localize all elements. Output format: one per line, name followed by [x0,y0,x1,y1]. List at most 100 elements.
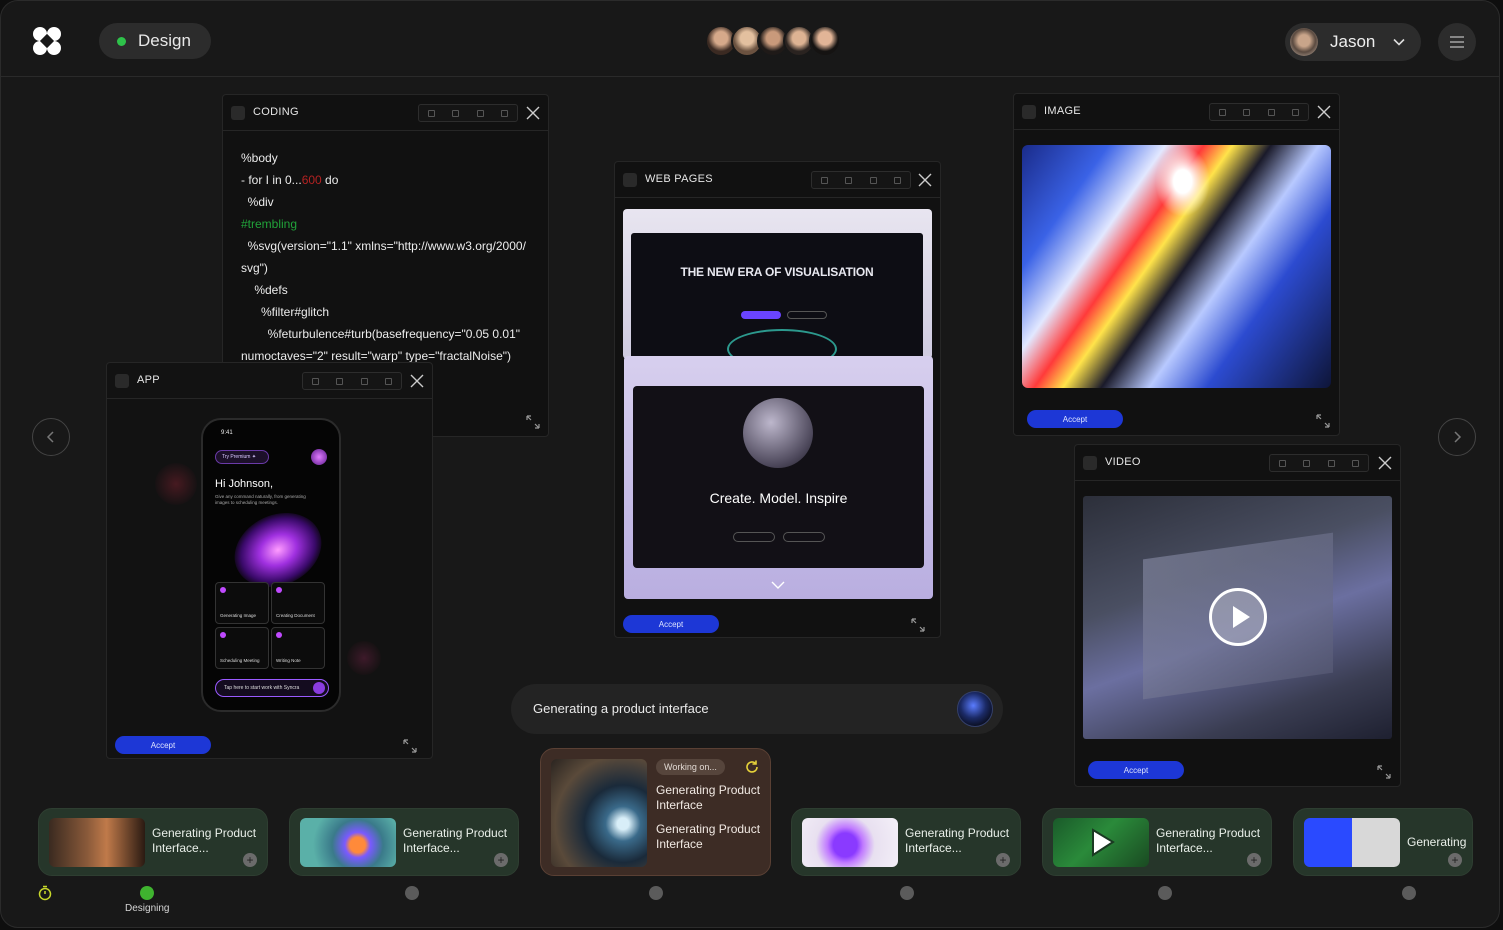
accept-button[interactable]: Accept [1027,410,1123,428]
task-card[interactable]: Generating Product Interface... + [289,808,519,876]
timeline-dot[interactable] [649,886,663,900]
phone-time: 9:41 [221,430,233,436]
prompt-bar[interactable]: Generating a product interface [511,684,1003,734]
image-icon [1022,105,1036,119]
video-panel: VIDEO Accept [1074,444,1401,787]
user-name: Jason [1330,32,1376,51]
task-card-active[interactable]: Working on... Generating Product Interfa… [540,748,771,876]
timeline-dot[interactable] [900,886,914,900]
panel-title: WEB PAGES [645,173,713,185]
tile-label: Creating Document [276,613,315,618]
phone-tile[interactable]: Scheduling Meeting [215,627,269,669]
timeline-dot-active[interactable] [140,886,154,900]
phone-tiles: Generating Image Creating Document Schedul… [215,582,327,670]
panel-header: IMAGE [1014,94,1339,130]
user-menu[interactable]: Jason [1285,23,1421,61]
card-title: Generating Product Interface [656,783,761,812]
card-thumbnail [300,818,396,867]
refresh-icon[interactable] [744,759,760,775]
code-line: %svg(version="1.1" xmlns="http://www.w3.… [241,239,526,253]
logo-icon[interactable] [29,23,65,59]
panel-toolbar[interactable] [811,171,911,189]
chevron-down-icon[interactable] [770,580,786,590]
accept-button[interactable]: Accept [1088,761,1184,779]
timeline-dot[interactable] [1158,886,1172,900]
prev-arrow-button[interactable] [32,418,70,456]
panel-toolbar[interactable] [302,372,402,390]
add-icon[interactable]: + [494,853,508,867]
task-card[interactable]: Generating Product Interface... + [1042,808,1272,876]
expand-icon[interactable] [1377,765,1391,779]
tile-label: Scheduling Meeting [220,658,260,663]
card-thumbnail [802,818,898,867]
expand-icon[interactable] [1316,414,1330,428]
card-thumbnail [49,818,145,867]
add-icon[interactable]: + [996,853,1010,867]
phone-mockup[interactable]: 9:41 Try Premium ✦ Hi Johnson, Give any … [201,418,341,712]
panel-toolbar[interactable] [1209,103,1309,121]
card-title: Generating [1407,835,1467,849]
generated-image[interactable] [1022,145,1331,388]
task-card[interactable]: Generating Product Interface... + [38,808,268,876]
chevron-down-icon [1393,38,1405,46]
mode-selector[interactable]: Design [99,23,211,59]
phone-tile[interactable]: Generating Image [215,582,269,624]
close-icon[interactable] [409,373,425,389]
assistant-orb-icon[interactable] [957,691,993,727]
timeline-label: Designing [125,903,170,914]
card-thumbnail [1304,818,1400,867]
play-store-icon [1092,828,1115,857]
video-preview[interactable] [1083,496,1392,739]
add-icon[interactable]: + [243,853,257,867]
tile-icon [276,587,282,593]
timeline-dot[interactable] [405,886,419,900]
image-panel: IMAGE Accept [1013,93,1340,436]
accept-button[interactable]: Accept [115,736,211,754]
web-preview-1[interactable]: THE NEW ERA OF VISUALISATION [623,209,932,359]
expand-icon[interactable] [526,415,540,429]
close-icon[interactable] [1316,104,1332,120]
tile-label: Generating Image [220,613,257,618]
play-icon [1233,606,1250,628]
menu-button[interactable] [1438,23,1476,61]
hamburger-icon [1450,36,1464,48]
tile-icon [220,587,226,593]
prompt-text: Generating a product interface [533,701,709,716]
expand-icon[interactable] [403,739,417,753]
code-line: - for I in 0...600 do [241,173,339,187]
mic-icon[interactable] [313,682,325,694]
panel-title: CODING [253,106,299,118]
card-title: Generating Product Interface... [403,826,508,855]
top-bar: Design Jason [1,1,1499,77]
preview-headline: Create. Model. Inspire [709,490,848,506]
expand-icon[interactable] [911,618,925,632]
task-card[interactable]: Generating Product Interface... + [791,808,1021,876]
phone-tile[interactable]: Creating Document [271,582,325,624]
close-icon[interactable] [917,172,933,188]
close-icon[interactable] [1377,455,1393,471]
card-title: Generating Product Interface... [152,826,257,855]
task-card[interactable]: Generating + [1293,808,1473,876]
panel-toolbar[interactable] [418,104,518,122]
play-button[interactable] [1209,588,1267,646]
premium-chip[interactable]: Try Premium ✦ [215,450,269,464]
profile-avatar[interactable] [311,449,327,465]
panel-toolbar[interactable] [1269,454,1369,472]
code-editor[interactable]: %body - for I in 0...600 do %div #tremblin… [241,147,526,367]
avatar[interactable] [809,25,841,57]
chevron-left-icon [46,431,54,443]
panel-header: CODING [223,95,548,131]
tile-icon [220,632,226,638]
next-arrow-button[interactable] [1438,418,1476,456]
phone-tile[interactable]: Writing Note [271,627,325,669]
add-icon[interactable]: + [1247,853,1261,867]
timeline-dot[interactable] [1402,886,1416,900]
code-line: %div [241,195,274,209]
phone-input[interactable]: Tap here to start work with Syncra [215,679,329,697]
web-preview-2[interactable]: Create. Model. Inspire [624,356,933,599]
accept-button[interactable]: Accept [623,615,719,633]
panel-header: APP [107,363,432,399]
add-icon[interactable]: + [1448,853,1462,867]
close-icon[interactable] [525,105,541,121]
card-title: Generating Product Interface... [1156,826,1261,855]
